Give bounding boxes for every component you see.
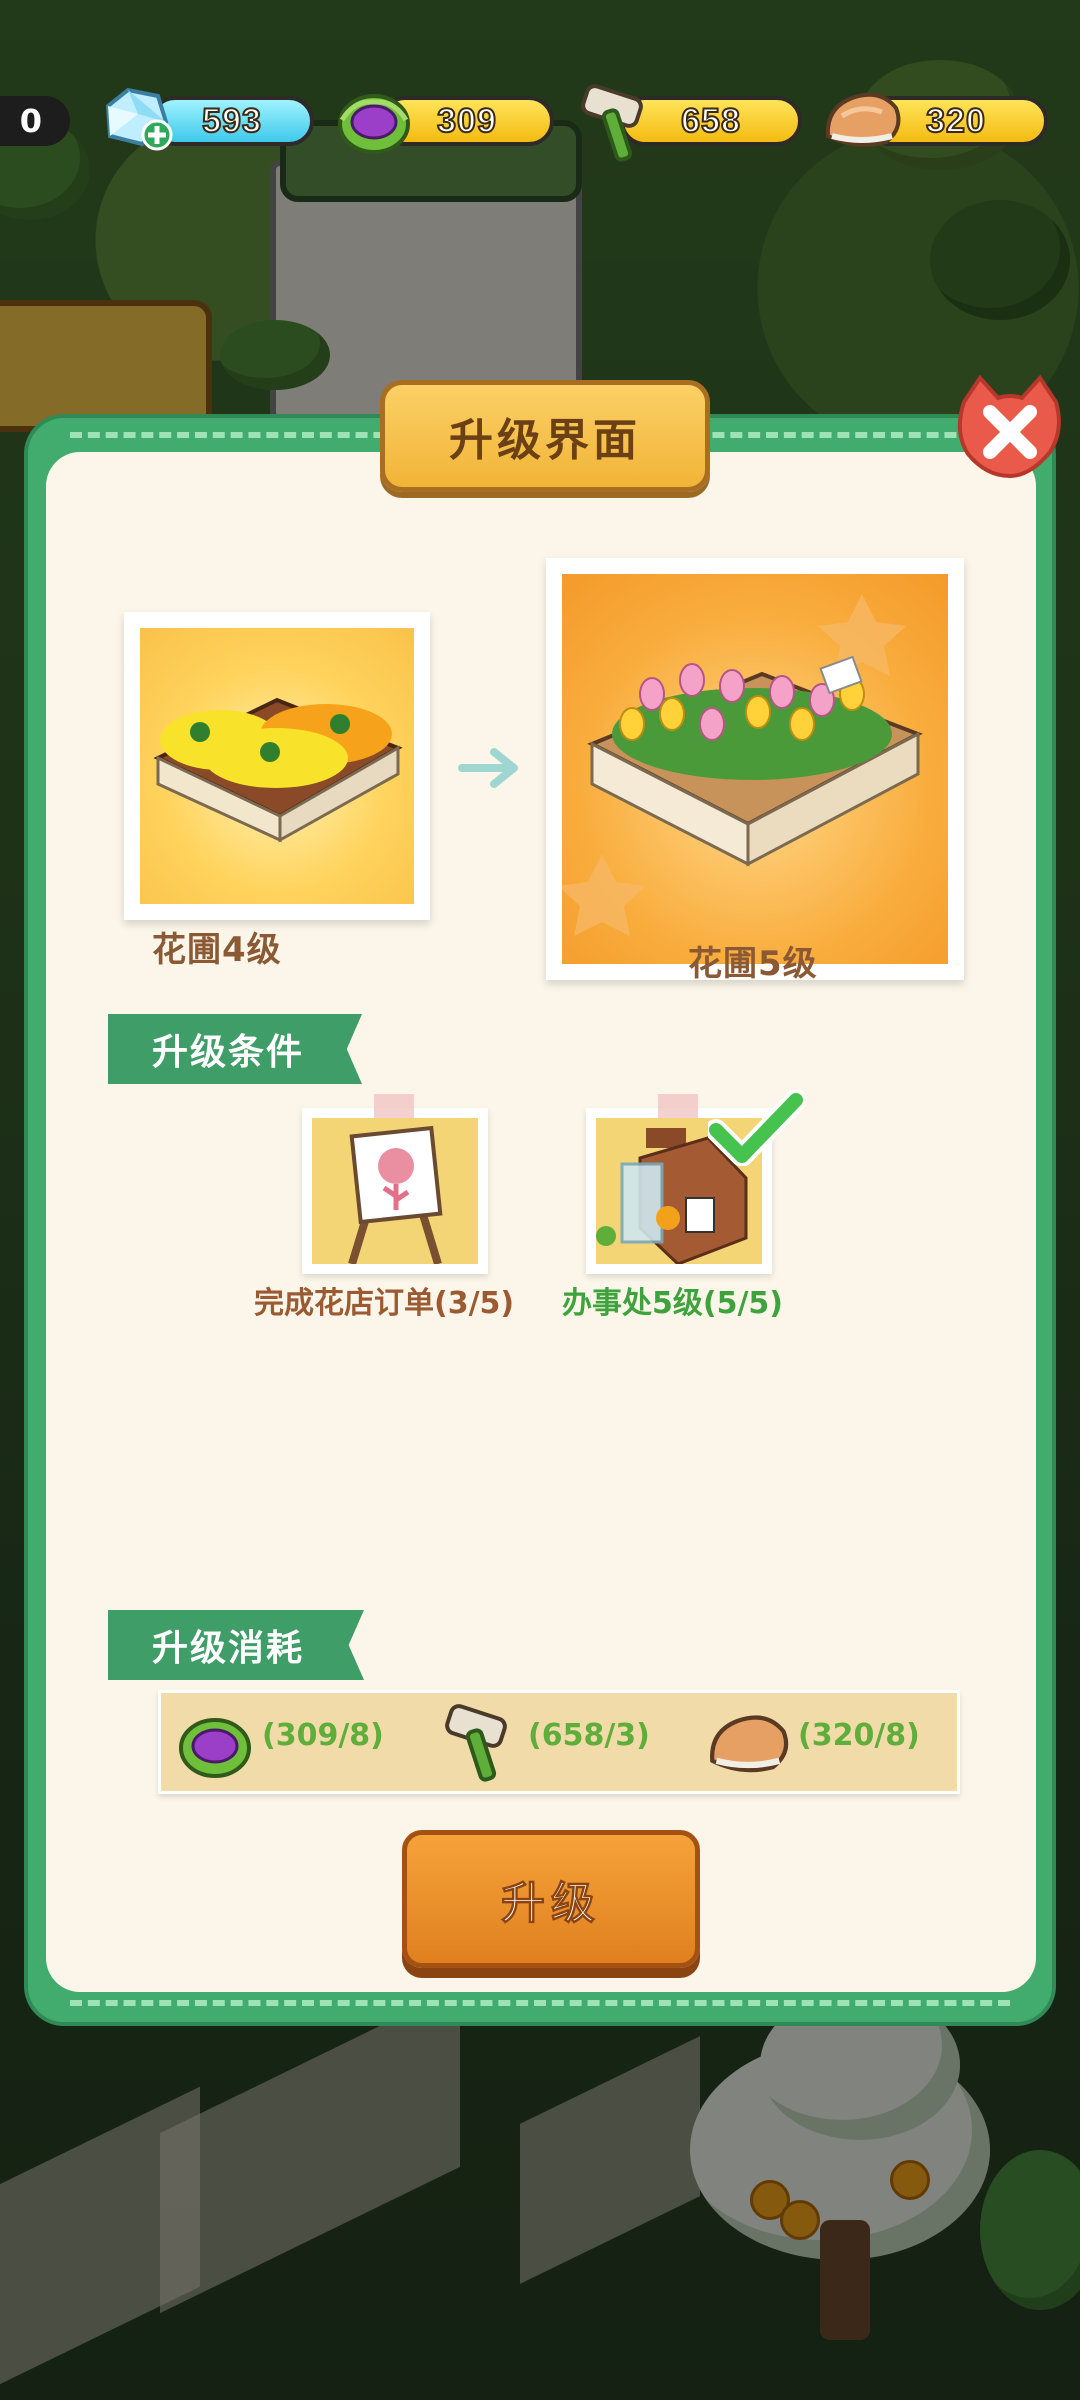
cabbage-count: 309: [436, 101, 497, 141]
condition-text-office: 办事处5级(5/5): [562, 1286, 784, 1321]
dialog-title: 升级界面: [449, 415, 641, 466]
gem-counter[interactable]: 593: [150, 96, 314, 146]
cabbage-icon: [172, 1704, 258, 1788]
current-level-label: 花圃4级: [152, 930, 282, 970]
dialog-title-plate: 升级界面: [380, 380, 710, 492]
partial-resource-counter: 0: [0, 96, 70, 146]
conditions-header: 升级条件: [108, 1014, 362, 1084]
upgrade-button[interactable]: 升级: [402, 1830, 700, 1968]
stone-icon: [706, 1708, 794, 1782]
checkmark-icon: [705, 1089, 807, 1170]
hammer-count: 658: [680, 101, 741, 141]
cost-cabbage: (309/8): [262, 1718, 384, 1753]
partial-resource-value: 0: [19, 102, 42, 140]
frame-dash-bottom: [70, 2000, 1010, 2006]
condition-text-flower-orders: 完成花店订单(3/5): [254, 1286, 515, 1321]
close-button[interactable]: [950, 372, 1070, 482]
flowerbed-level4-image: [140, 628, 414, 904]
add-gems-button[interactable]: [140, 118, 174, 156]
upgrade-button-label: 升级: [501, 1878, 601, 1930]
stone-count: 320: [925, 101, 986, 141]
flowerbed-level5-image: [562, 574, 948, 964]
easel-icon: [312, 1118, 478, 1264]
conditions-header-text: 升级条件: [152, 1032, 305, 1073]
close-icon: [957, 374, 1061, 479]
gem-count: 593: [201, 101, 262, 141]
cost-stone: (320/8): [798, 1718, 920, 1753]
stone-icon: [822, 86, 906, 156]
hammer-icon: [440, 1700, 524, 1788]
cost-header: 升级消耗: [108, 1610, 364, 1680]
arrow-right-icon: [458, 744, 524, 796]
next-level-label: 花圃5级: [688, 944, 818, 984]
next-level-card: [546, 558, 964, 980]
cost-hammer: (658/3): [528, 1718, 650, 1753]
current-level-card: [124, 612, 430, 920]
hammer-icon: [578, 80, 658, 168]
condition-card-flower-orders: [302, 1094, 488, 1274]
cost-header-text: 升级消耗: [152, 1628, 305, 1669]
cabbage-icon: [334, 80, 414, 164]
